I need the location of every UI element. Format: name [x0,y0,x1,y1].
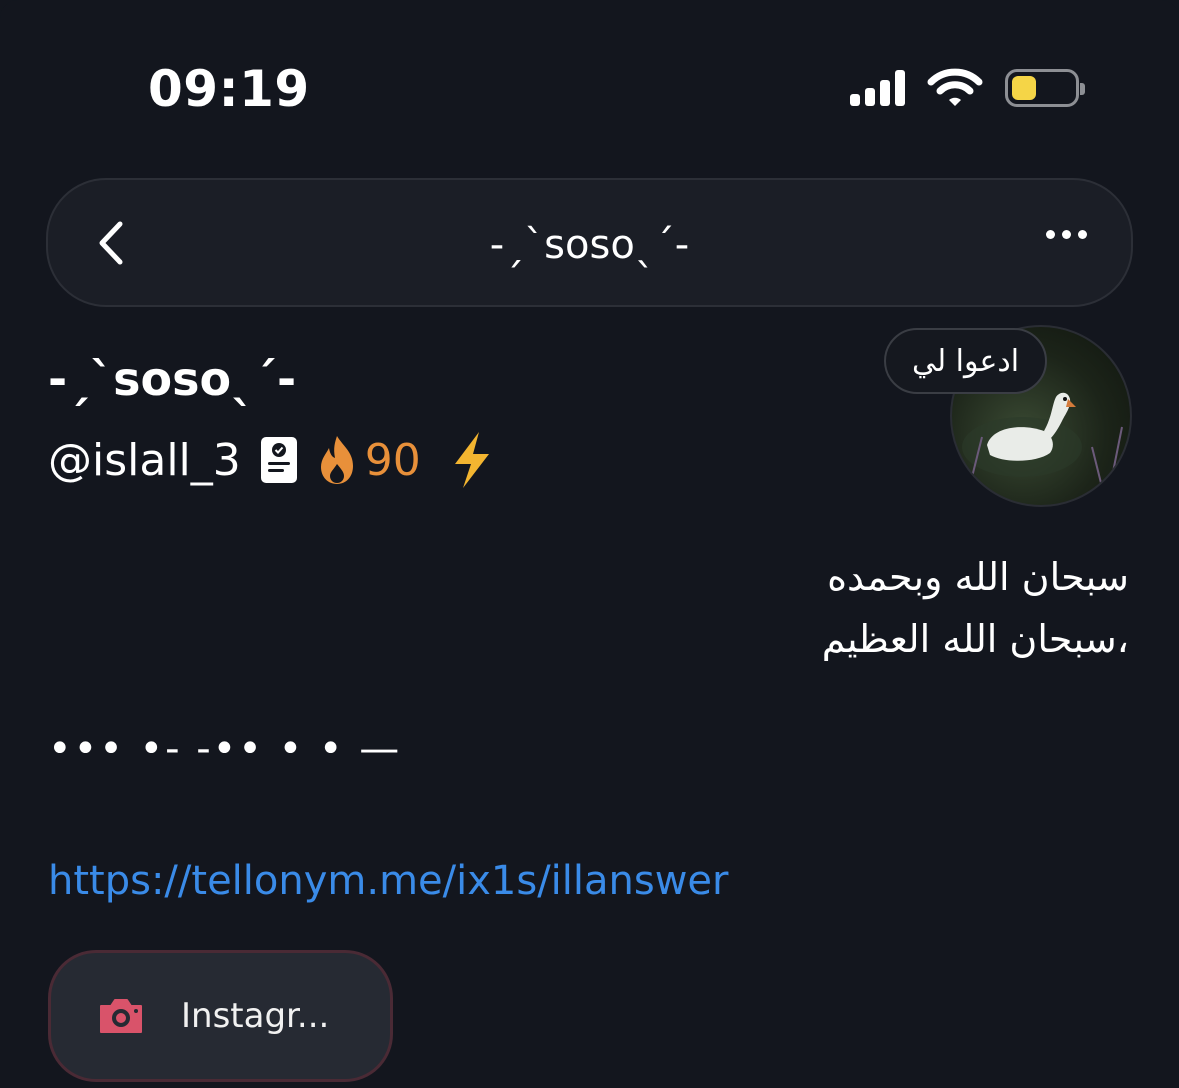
handle-row: @islall_3 90 [48,432,495,488]
display-name: -ˏˋsosoˎˊ- [48,352,297,406]
instagram-link-button[interactable]: Instagr... [48,950,393,1082]
status-indicators [850,68,1085,108]
status-time: 09:19 [148,60,310,118]
bio-line: سبحان الله وبحمده [827,555,1129,599]
verified-badge-icon[interactable] [259,435,299,485]
bio-line: ،سبحان الله العظيم [821,617,1129,661]
wifi-icon [927,68,983,106]
social-label: Instagr... [181,996,330,1036]
bio-text: سبحان الله وبحمده ،سبحان الله العظيم [429,546,1129,670]
camera-icon [100,999,142,1033]
cellular-signal-icon [850,70,905,106]
profile-screen: 09:19 -ˏˋsosoˎˊ- -ˏˋsosoˎˊ- @islall_3 90… [0,0,1179,1088]
profile-link[interactable]: https://tellonym.me/ix1s/illanswer [48,858,729,904]
nav-title: -ˏˋsosoˎˊ- [489,222,690,268]
streak-count: 90 [364,434,421,486]
streak[interactable]: 90 [317,434,421,486]
bio-morse: ••• •- -•• • • — [48,726,402,772]
lightning-bolt-icon[interactable] [449,430,495,490]
username-handle: @islall_3 [48,434,241,486]
battery-level [1012,76,1036,100]
top-navigation-bar: -ˏˋsosoˎˊ- [46,178,1133,307]
more-horizontal-icon[interactable] [1046,230,1087,239]
status-bubble[interactable]: ادعوا لي [884,328,1048,394]
fire-icon [320,436,353,484]
battery-icon [1005,69,1085,107]
